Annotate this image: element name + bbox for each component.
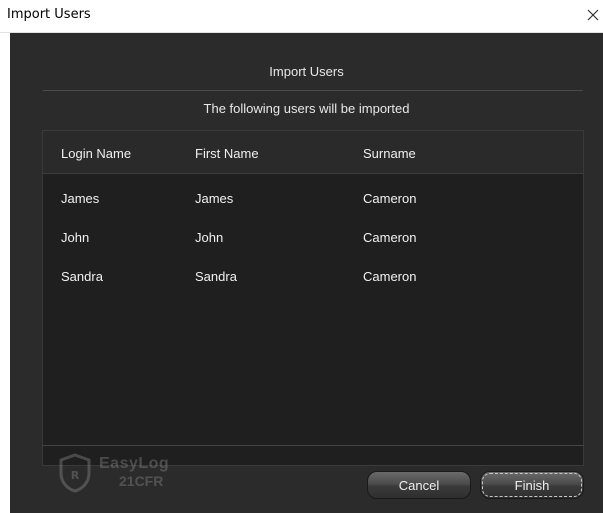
dialog-subtitle: The following users will be imported: [203, 101, 410, 116]
table-row[interactable]: Sandra Sandra Cameron: [43, 269, 583, 305]
shield-logo-icon: R: [59, 453, 91, 493]
window-title: Import Users: [7, 7, 91, 22]
table-header: Login Name First Name Surname: [43, 131, 583, 174]
users-table: Login Name First Name Surname James Jame…: [42, 130, 584, 466]
cell-first-name: Sandra: [195, 269, 237, 284]
cell-surname: Cameron: [363, 191, 417, 206]
easylog-logo: R EasyLog 21CFR: [55, 453, 185, 493]
title-bar: Import Users: [0, 0, 603, 33]
cell-surname: Cameron: [363, 269, 417, 284]
table-row[interactable]: John John Cameron: [43, 230, 583, 266]
dialog-header: Import Users: [269, 64, 344, 79]
svg-text:R: R: [71, 469, 80, 482]
header-divider: [43, 90, 583, 91]
finish-button[interactable]: Finish: [480, 471, 584, 499]
column-header-surname[interactable]: Surname: [363, 146, 416, 161]
logo-brand-text: EasyLog: [99, 455, 170, 472]
table-row[interactable]: James James Cameron: [43, 191, 583, 227]
cell-first-name: James: [195, 191, 234, 206]
logo-sub-text: 21CFR: [119, 473, 164, 489]
cell-login-name: John: [61, 230, 90, 245]
cell-first-name: John: [195, 230, 224, 245]
cancel-button[interactable]: Cancel: [367, 471, 471, 499]
close-icon[interactable]: [585, 7, 601, 23]
cell-login-name: Sandra: [61, 269, 103, 284]
column-header-first-name[interactable]: First Name: [195, 146, 259, 161]
footer-divider: [42, 445, 584, 446]
dialog-body: Import Users The following users will be…: [10, 33, 603, 513]
column-header-login-name[interactable]: Login Name: [61, 146, 131, 161]
cell-surname: Cameron: [363, 230, 417, 245]
cell-login-name: James: [61, 191, 100, 206]
